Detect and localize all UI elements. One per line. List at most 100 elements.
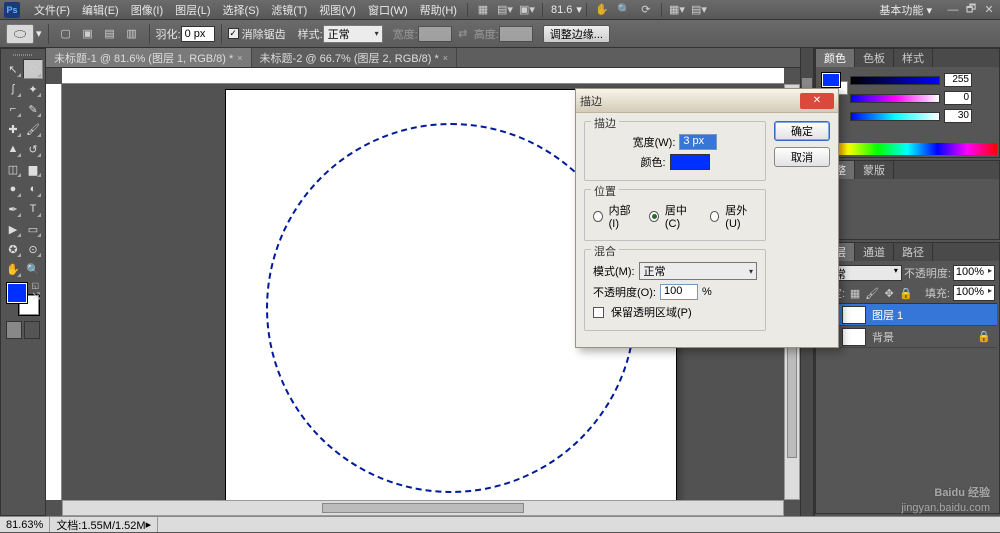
lock-pixels-icon[interactable]: 🖌 [865, 286, 879, 300]
menu-edit[interactable]: 编辑(E) [76, 2, 125, 18]
document-tab[interactable]: 未标题-2 @ 66.7% (图层 2, RGB/8) *× [252, 48, 458, 67]
status-zoom[interactable]: 81.63% [0, 517, 50, 532]
arrange-docs-icon[interactable]: ▤▾ [497, 3, 513, 17]
hand-icon[interactable]: ✋ [594, 3, 610, 17]
toolbox-grip[interactable] [3, 51, 43, 59]
opacity-input[interactable]: 100% [953, 265, 995, 281]
b-value[interactable]: 255 [944, 73, 972, 87]
menu-view[interactable]: 视图(V) [313, 2, 362, 18]
healing-tool[interactable]: ✚ [3, 119, 23, 139]
layer-thumbnail[interactable] [842, 306, 866, 324]
g-slider[interactable] [850, 112, 940, 121]
r-value[interactable]: 0 [944, 91, 972, 105]
close-button[interactable]: ✕ [982, 4, 996, 16]
stamp-tool[interactable]: ▲ [3, 139, 23, 159]
preserve-transparency-checkbox[interactable] [593, 307, 604, 318]
r-slider[interactable] [850, 94, 940, 103]
dock-icon[interactable] [802, 78, 812, 88]
layer-row[interactable]: 👁 图层 1 [818, 304, 997, 326]
lock-position-icon[interactable]: ✥ [882, 286, 896, 300]
workspace-switcher[interactable]: 基本功能 ▾ [873, 2, 938, 18]
brush-tool[interactable]: 🖌 [23, 119, 43, 139]
layer-name[interactable]: 背景 [870, 329, 977, 345]
menu-help[interactable]: 帮助(H) [414, 2, 463, 18]
stroke-color-chip[interactable] [670, 154, 710, 170]
foreground-swatch[interactable] [7, 283, 27, 303]
rotate-view-icon[interactable]: ⟳ [638, 3, 654, 17]
eraser-tool[interactable]: ◫ [3, 159, 23, 179]
tab-color[interactable]: 颜色 [816, 49, 855, 67]
refine-edge-button[interactable]: 调整边缘... [543, 25, 610, 43]
3d-tool[interactable]: ✪ [3, 239, 23, 259]
zoom-value[interactable]: 81.6 [551, 4, 572, 16]
sel-intersect-icon[interactable]: ▥ [124, 27, 140, 41]
stroke-width-input[interactable]: 3 px [679, 134, 717, 150]
blend-opacity-input[interactable]: 100 [660, 284, 698, 300]
pos-inside-radio[interactable] [593, 211, 603, 222]
b-slider[interactable] [850, 76, 940, 85]
pen-tool[interactable]: ✒ [3, 199, 23, 219]
close-icon[interactable]: × [237, 53, 242, 63]
fill-input[interactable]: 100% [953, 285, 995, 301]
menu-image[interactable]: 图像(I) [125, 2, 169, 18]
minimize-button[interactable]: — [946, 4, 960, 16]
feather-input[interactable]: 0 px [181, 26, 215, 42]
screen-mode-icon[interactable]: ▣▾ [519, 3, 535, 17]
lasso-tool[interactable]: ʃ [3, 79, 23, 99]
hand-tool[interactable]: ✋ [3, 259, 23, 279]
sel-sub-icon[interactable]: ▤ [102, 27, 118, 41]
marquee-tool[interactable]: ◌ [23, 59, 43, 79]
path-select-tool[interactable]: ▶ [3, 219, 23, 239]
blur-tool[interactable]: ● [3, 179, 23, 199]
dialog-titlebar[interactable]: 描边 ✕ [576, 89, 838, 113]
restore-button[interactable]: 🗗 [964, 4, 978, 16]
pos-center-radio[interactable] [649, 211, 659, 222]
lock-all-icon[interactable]: 🔒 [899, 286, 913, 300]
pos-outside-radio[interactable] [710, 211, 720, 222]
zoom-tool[interactable]: 🔍 [23, 259, 43, 279]
menu-layer[interactable]: 图层(L) [169, 2, 216, 18]
tab-swatches[interactable]: 色板 [855, 49, 894, 67]
extras-icon[interactable]: ▦▾ [669, 3, 685, 17]
move-tool[interactable]: ↖ [3, 59, 23, 79]
horizontal-scrollbar[interactable] [62, 500, 784, 516]
sel-new-icon[interactable]: ▢ [58, 27, 74, 41]
menu-window[interactable]: 窗口(W) [362, 2, 414, 18]
quickmask-mode-button[interactable] [24, 321, 40, 339]
launch-bridge-icon[interactable]: ▦ [475, 3, 491, 17]
menu-file[interactable]: 文件(F) [28, 2, 76, 18]
cancel-button[interactable]: 取消 [774, 147, 830, 167]
document-tab[interactable]: 未标题-1 @ 81.6% (图层 1, RGB/8) *× [46, 48, 252, 67]
antialias-checkbox[interactable] [228, 28, 239, 39]
tab-channels[interactable]: 通道 [855, 243, 894, 261]
eyedropper-tool[interactable]: ✎ [23, 99, 43, 119]
lock-transparent-icon[interactable]: ▦ [848, 286, 862, 300]
crop-tool[interactable]: ⌐ [3, 99, 23, 119]
current-tool-indicator[interactable] [6, 24, 34, 44]
close-icon[interactable]: × [443, 53, 448, 63]
standard-mode-button[interactable] [6, 321, 22, 339]
color-spectrum[interactable] [818, 143, 997, 155]
type-tool[interactable]: T [23, 199, 43, 219]
ok-button[interactable]: 确定 [774, 121, 830, 141]
g-value[interactable]: 30 [944, 109, 972, 123]
dodge-tool[interactable]: ◐ [23, 179, 43, 199]
layer-thumbnail[interactable] [842, 328, 866, 346]
guides-icon[interactable]: ▤▾ [691, 3, 707, 17]
sel-add-icon[interactable]: ▣ [80, 27, 96, 41]
tab-masks[interactable]: 蒙版 [855, 161, 894, 179]
layer-name[interactable]: 图层 1 [870, 307, 997, 323]
shape-tool[interactable]: ▭ [23, 219, 43, 239]
swap-colors-icon[interactable]: ⤭ [33, 291, 40, 302]
tab-styles[interactable]: 样式 [894, 49, 933, 67]
panel-fg-swatch[interactable] [822, 73, 840, 87]
menu-filter[interactable]: 滤镜(T) [265, 2, 313, 18]
blend-mode-select[interactable]: 正常 [639, 262, 757, 280]
gradient-tool[interactable]: ▆ [23, 159, 43, 179]
3d-camera-tool[interactable]: ⊙ [23, 239, 43, 259]
default-colors-icon[interactable]: ◱ [31, 281, 39, 290]
quick-select-tool[interactable]: ✦ [23, 79, 43, 99]
style-select[interactable]: 正常 [323, 25, 383, 43]
dialog-close-button[interactable]: ✕ [800, 93, 834, 109]
zoom-icon[interactable]: 🔍 [616, 3, 632, 17]
